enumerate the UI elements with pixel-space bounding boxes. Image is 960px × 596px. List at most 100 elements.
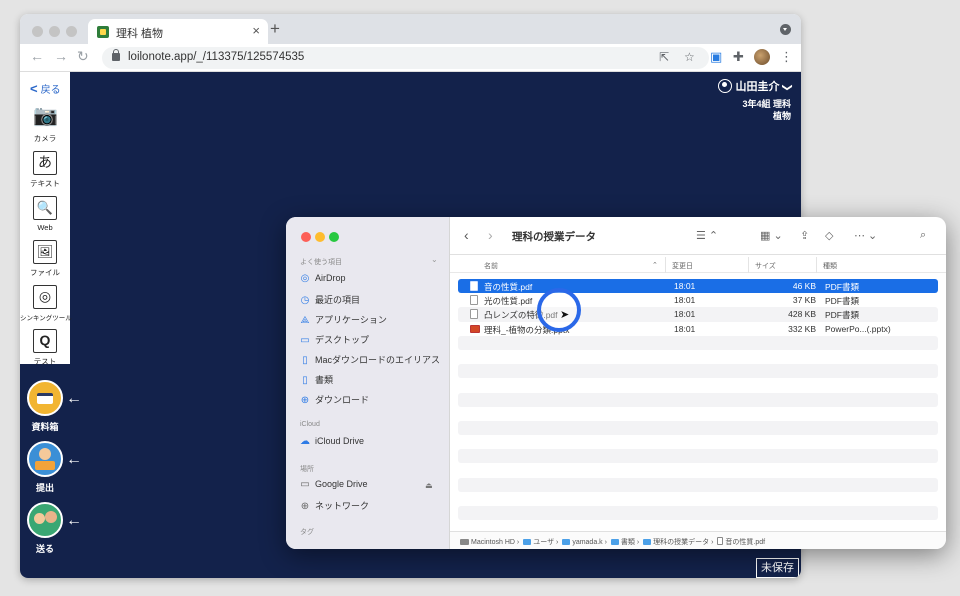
web-tool[interactable]: 🔍 Web <box>20 196 70 232</box>
more-actions-icon[interactable]: ⋯ ⌄ <box>854 229 877 242</box>
document-icon: ▯ <box>302 375 308 386</box>
user-unit: 植物 <box>772 111 791 121</box>
tab-close-icon[interactable]: × <box>252 23 260 38</box>
tool-label: テキスト <box>30 179 60 188</box>
back-button[interactable]: < 戻る <box>30 81 61 96</box>
sidebar-item-airdrop[interactable]: ◎ AirDrop <box>300 273 346 284</box>
submit-button[interactable] <box>27 441 63 477</box>
new-tab-button[interactable]: + <box>270 19 280 39</box>
camera-tool[interactable]: 📷 カメラ <box>20 106 70 144</box>
finder-zoom-button[interactable] <box>329 232 339 242</box>
send-button[interactable] <box>27 502 63 538</box>
finder-close-button[interactable] <box>301 232 311 242</box>
search-icon[interactable]: ⌕ <box>920 229 926 242</box>
text-tool[interactable]: あ テキスト <box>20 151 70 189</box>
window-zoom-button[interactable] <box>66 26 77 37</box>
path-bar: Macintosh HD › ユーザ › yamada.k › 書類 › 理科の… <box>450 531 946 549</box>
chevron-down-icon[interactable]: ⌄ <box>431 255 438 264</box>
submit-label: 提出 <box>35 483 54 493</box>
send-label: 送る <box>35 544 54 554</box>
share-icon[interactable]: ⇪ <box>800 229 809 242</box>
pdf-file-icon <box>470 295 478 306</box>
material-box-button[interactable] <box>27 380 63 416</box>
forward-arrow-icon[interactable]: → <box>54 48 68 64</box>
window-minimize-button[interactable] <box>49 26 60 37</box>
finder-main: ‹ › 理科の授業データ ☰ ⌃ ▦ ⌄ ⇪ ◇ ⋯ ⌄ ⌕ 名前 ⌃ 変更日 … <box>450 217 946 549</box>
path-item[interactable]: ユーザ <box>533 539 554 546</box>
camera-icon: 📷 <box>33 105 58 127</box>
sidebar-item-downloads-alias[interactable]: ▯ Macダウンロードのエイリアス <box>300 353 440 366</box>
chevron-down-icon: ❯ <box>781 83 793 92</box>
finder-forward-icon[interactable]: › <box>488 227 493 243</box>
column-name[interactable]: 名前 <box>484 261 498 271</box>
sidebar-item-desktop[interactable]: ▭ デスクトップ <box>300 333 369 346</box>
address-bar[interactable]: loilonote.app/_/113375/125574535 ⇱ ☆ <box>102 47 709 69</box>
sidebar-item-icloud-drive[interactable]: ☁ iCloud Drive <box>300 436 364 447</box>
back-arrow-icon[interactable]: ← <box>30 48 44 64</box>
path-separator-icon: › <box>604 539 609 546</box>
bookmark-star-icon[interactable]: ☆ <box>684 50 695 64</box>
browser-tab[interactable]: 理科 植物 × <box>88 19 268 44</box>
finder-toolbar: ‹ › 理科の授業データ ☰ ⌃ ▦ ⌄ ⇪ ◇ ⋯ ⌄ ⌕ <box>450 217 946 255</box>
sidebar-item-recents[interactable]: ◷ 最近の項目 <box>300 293 360 306</box>
pdf-file-icon <box>717 537 724 545</box>
thinking-tool[interactable]: ◎ シンキングツール <box>20 285 72 322</box>
pdf-file-icon <box>470 309 478 320</box>
finder-window: よく使う項目 ⌄ ◎ AirDrop ◷ 最近の項目 ⟁ アプリケーション ▭ デスクト… <box>286 217 946 549</box>
thinking-tool-icon: ◎ <box>33 285 57 309</box>
sidebar-item-google-drive[interactable]: ▭ Google Drive <box>300 479 367 490</box>
test-tool[interactable]: Q テスト <box>20 329 70 367</box>
empty-row <box>458 407 938 421</box>
path-item[interactable]: 理科の授業データ <box>653 539 709 546</box>
arrow-left-icon: ← <box>66 390 82 407</box>
file-row[interactable]: 凸レンズの特徴.pdf 18:01 428 KB PDF書類 <box>458 307 938 322</box>
click-highlight-ring <box>537 288 581 332</box>
profile-avatar[interactable] <box>754 49 770 65</box>
grid-view-icon[interactable]: ▦ ⌄ <box>760 229 783 242</box>
sidebar-item-applications[interactable]: ⟁ アプリケーション <box>300 313 387 326</box>
tool-label: ファイル <box>30 268 60 277</box>
eject-icon[interactable]: ⏏ <box>425 481 433 490</box>
file-row[interactable]: 音の性質.pdf 18:01 46 KB PDF書類 <box>458 279 938 294</box>
path-separator-icon: › <box>636 539 642 546</box>
empty-row <box>458 449 938 464</box>
path-item[interactable]: Macintosh HD <box>471 539 515 546</box>
path-item[interactable]: 音の性質.pdf <box>725 539 765 546</box>
material-box-label: 資料箱 <box>31 422 59 432</box>
browser-menu-icon[interactable]: ⋮ <box>780 49 793 65</box>
web-search-icon: 🔍 <box>33 196 57 220</box>
tag-icon[interactable]: ◇ <box>825 229 833 242</box>
column-modified[interactable]: 変更日 <box>672 261 693 271</box>
tool-label: シンキングツール <box>20 315 72 322</box>
path-item[interactable]: yamada.k <box>572 539 602 546</box>
empty-row <box>458 335 938 350</box>
path-item[interactable]: 書類 <box>621 539 635 546</box>
reload-icon[interactable]: ↻ <box>77 48 89 65</box>
camera-extension-icon[interactable]: ▣ <box>710 49 722 65</box>
list-view-icon[interactable]: ☰ ⌃ <box>696 229 718 242</box>
file-row[interactable]: 光の性質.pdf 18:01 37 KB PDF書類 <box>458 293 938 307</box>
document-icon: ▯ <box>302 355 308 366</box>
column-size[interactable]: サイズ <box>755 261 776 271</box>
file-tool[interactable]: 🖼 ファイル <box>20 240 70 278</box>
extensions-puzzle-icon[interactable]: ✚ <box>733 49 744 65</box>
column-kind[interactable]: 種類 <box>823 261 837 271</box>
file-image-icon: 🖼 <box>33 240 57 264</box>
column-divider <box>816 257 817 273</box>
file-row[interactable]: 理科_-植物の分類.pptx 18:01 332 KB PowerPo...(.… <box>458 322 938 336</box>
path-separator-icon: › <box>556 539 561 546</box>
column-divider <box>748 257 749 273</box>
tab-search-icon[interactable] <box>780 24 791 35</box>
window-close-button[interactable] <box>32 26 43 37</box>
sidebar-item-documents[interactable]: ▯ 書類 <box>300 373 333 386</box>
user-menu[interactable]: 山田圭介 ❯ 3年4組 理科 植物 <box>717 78 793 122</box>
sidebar-item-downloads[interactable]: ⊕ ダウンロード <box>300 393 369 406</box>
sidebar-item-network[interactable]: ⊕ ネットワーク <box>300 499 369 512</box>
mouse-pointer-icon: ➤ <box>560 309 570 321</box>
finder-back-icon[interactable]: ‹ <box>464 227 469 243</box>
url-text: loilonote.app/_/113375/125574535 <box>128 51 305 63</box>
finder-minimize-button[interactable] <box>315 232 325 242</box>
share-icon[interactable]: ⇱ <box>659 50 669 64</box>
arrow-left-icon: ← <box>66 512 82 529</box>
folder-icon <box>610 539 619 545</box>
